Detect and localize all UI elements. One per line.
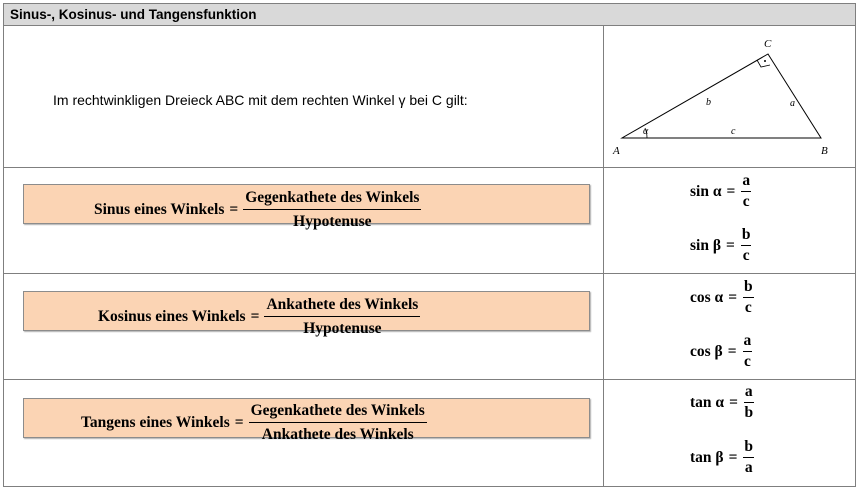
- row-divider: [4, 167, 855, 168]
- fraction-numerator: Gegenkathete des Winkels: [248, 402, 427, 423]
- formula-fraction: ba: [743, 438, 755, 477]
- sinus-label: Sinus eines Winkels: [94, 201, 225, 218]
- cos-alpha-formula: cos α = bc: [690, 278, 754, 317]
- fraction-denominator: Hypotenuse: [303, 320, 382, 337]
- triangle-diagram: A B C a b c α: [612, 38, 828, 157]
- cos-beta-formula: cos β = ac: [690, 332, 753, 371]
- triangle-shape: [620, 53, 822, 139]
- side-c-label: c: [731, 126, 736, 137]
- sinus-fraction: Gegenkathete des Winkels Hypotenuse: [243, 189, 422, 231]
- formula-lhs: cos β: [690, 342, 723, 360]
- vertex-c-label: C: [764, 38, 772, 50]
- equals-sign: =: [726, 236, 735, 254]
- table-title-bar: Sinus-, Kosinus- und Tangensfunktion: [4, 4, 855, 26]
- formula-lhs: tan α: [690, 393, 725, 411]
- kosinus-label: Kosinus eines Winkels: [98, 308, 246, 325]
- formula-lhs: cos α: [690, 288, 724, 306]
- fraction-denominator: a: [744, 459, 753, 476]
- fraction-denominator: c: [742, 193, 750, 210]
- fraction-numerator: b: [740, 226, 752, 246]
- sin-beta-formula: sin β = bc: [690, 226, 752, 265]
- equals-sign: =: [229, 201, 239, 218]
- right-angle-marker: [756, 59, 771, 68]
- row-divider: [4, 379, 855, 380]
- equals-sign: =: [729, 393, 738, 411]
- formula-table: Sinus-, Kosinus- und Tangensfunktion Im …: [3, 3, 856, 487]
- fraction-numerator: a: [741, 172, 752, 192]
- row-divider: [4, 273, 855, 274]
- side-a-label: a: [790, 98, 795, 109]
- tangens-label: Tangens eines Winkels: [81, 414, 230, 431]
- sin-alpha-formula: sin α = ac: [690, 172, 752, 211]
- formula-fraction: bc: [743, 278, 754, 317]
- formula-fraction: bc: [740, 226, 752, 265]
- equals-sign: =: [727, 342, 737, 360]
- formula-fraction: ac: [742, 332, 753, 371]
- intro-text: Im rechtwinkligen Dreieck ABC mit dem re…: [53, 92, 468, 108]
- fraction-denominator: c: [744, 299, 752, 316]
- fraction-numerator: a: [743, 383, 754, 403]
- formula-lhs: sin β: [690, 236, 721, 254]
- kosinus-fraction: Ankathete des Winkels Hypotenuse: [264, 296, 421, 338]
- tangens-fraction: Gegenkathete des Winkels Ankathete des W…: [248, 402, 427, 444]
- fraction-denominator: c: [742, 247, 750, 264]
- equals-sign: =: [234, 414, 244, 431]
- equals-sign: =: [728, 448, 738, 466]
- kosinus-definition: Kosinus eines Winkels = Ankathete des Wi…: [98, 296, 421, 338]
- side-b-label: b: [706, 97, 711, 108]
- equals-sign: =: [250, 308, 260, 325]
- angle-alpha-label: α: [643, 126, 649, 137]
- fraction-denominator: b: [744, 404, 754, 421]
- formula-lhs: sin α: [690, 182, 722, 200]
- formula-lhs: tan β: [690, 448, 724, 466]
- vertex-b-label: B: [821, 145, 828, 157]
- equals-sign: =: [726, 182, 736, 200]
- fraction-numerator: Ankathete des Winkels: [264, 296, 421, 317]
- fraction-numerator: b: [743, 438, 755, 458]
- equals-sign: =: [728, 288, 738, 306]
- formula-fraction: ac: [741, 172, 752, 211]
- vertex-a-label: A: [612, 145, 620, 157]
- tan-beta-formula: tan β = ba: [690, 438, 755, 477]
- table-title: Sinus-, Kosinus- und Tangensfunktion: [10, 7, 257, 22]
- tangens-definition: Tangens eines Winkels = Gegenkathete des…: [81, 402, 427, 444]
- fraction-numerator: Gegenkathete des Winkels: [243, 189, 422, 210]
- formula-fraction: ab: [743, 383, 754, 422]
- fraction-numerator: b: [743, 278, 754, 298]
- fraction-numerator: a: [742, 332, 753, 352]
- tan-alpha-formula: tan α = ab: [690, 383, 754, 422]
- fraction-denominator: Ankathete des Winkels: [261, 426, 414, 443]
- fraction-denominator: c: [743, 353, 751, 370]
- right-angle-dot: [764, 60, 766, 62]
- column-divider: [603, 26, 604, 486]
- fraction-denominator: Hypotenuse: [293, 213, 372, 230]
- sinus-definition: Sinus eines Winkels = Gegenkathete des W…: [94, 189, 422, 231]
